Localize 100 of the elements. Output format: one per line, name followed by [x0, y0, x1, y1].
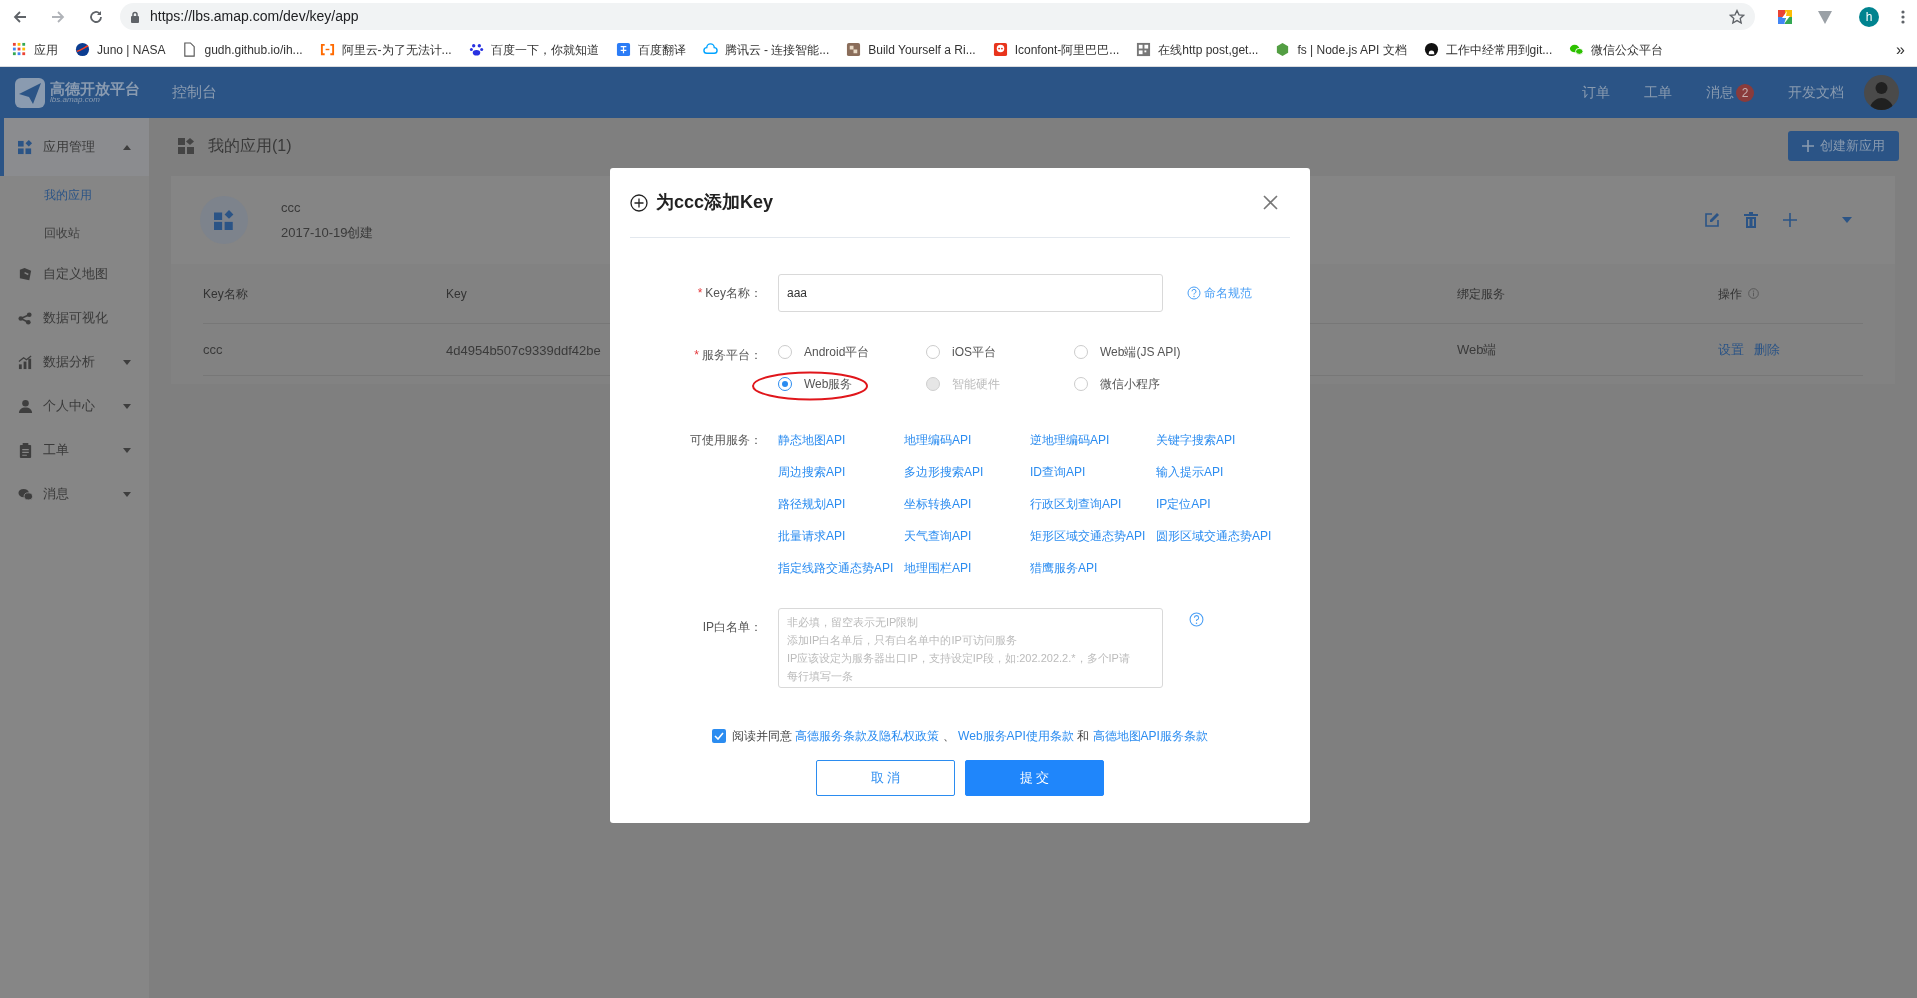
- help-icon[interactable]: [1189, 612, 1204, 627]
- bookmark-link[interactable]: Iconfont-阿里巴巴...: [1014, 40, 1120, 59]
- service-link[interactable]: 天气查询API: [904, 527, 972, 545]
- submit-button[interactable]: 提 交: [965, 760, 1104, 796]
- page-icon: [182, 42, 198, 57]
- service-link[interactable]: ID查询API: [1030, 463, 1086, 481]
- service-link[interactable]: 静态地图API: [778, 431, 846, 449]
- service-link[interactable]: 多边形搜索API: [904, 463, 984, 481]
- profile-avatar[interactable]: h: [1859, 6, 1879, 27]
- sidebar-item[interactable]: 应用管理: [0, 118, 149, 176]
- info-icon: [1748, 288, 1759, 299]
- naming-rules-link[interactable]: 命名规范: [1204, 284, 1252, 302]
- sidebar-label: 数据分析: [43, 353, 95, 372]
- sidebar-label: 自定义地图: [43, 265, 108, 284]
- placeholder-text: IP应该设定为服务器出口IP，支持设定IP段，如:202.202.2.*，多个IP请: [787, 651, 1131, 666]
- agreement-checkbox[interactable]: [712, 729, 727, 743]
- sidebar-subitem[interactable]: 回收站: [0, 214, 149, 252]
- sidebar-item[interactable]: 自定义地图: [0, 253, 149, 295]
- close-icon[interactable]: [1263, 195, 1278, 210]
- service-link[interactable]: 地理编码API: [904, 431, 972, 449]
- service-link[interactable]: 矩形区域交通态势API: [1030, 527, 1146, 545]
- service-link[interactable]: 周边搜索API: [778, 463, 846, 481]
- key-name-field[interactable]: aaa: [778, 274, 1163, 312]
- service-link[interactable]: 行政区划查询API: [1030, 495, 1122, 513]
- forward-icon[interactable]: [50, 8, 66, 25]
- address-bar[interactable]: https://lbs.amap.com/dev/key/app: [120, 3, 1755, 30]
- bookmark-link[interactable]: 百度翻译: [637, 40, 686, 59]
- action-link[interactable]: 设置: [1718, 339, 1744, 360]
- required-mark: *: [697, 285, 703, 302]
- logo-subtitle: lbs.amap.com: [50, 96, 100, 104]
- avatar-icon[interactable]: [1864, 75, 1899, 110]
- action-link[interactable]: 删除: [1754, 339, 1780, 360]
- console-title[interactable]: 控制台: [172, 81, 217, 104]
- radio-label: iOS平台: [952, 344, 996, 361]
- service-link[interactable]: 批量请求API: [778, 527, 846, 545]
- service-link[interactable]: 输入提示API: [1156, 463, 1224, 481]
- logo-title: 高德开放平台: [50, 81, 140, 96]
- lock-icon: [130, 10, 140, 23]
- sidebar-subitem[interactable]: 我的应用: [0, 176, 149, 214]
- bookmark-link[interactable]: 百度一下，你就知道: [490, 40, 599, 59]
- service-link[interactable]: 圆形区域交通态势API: [1156, 527, 1272, 545]
- bookmark-link[interactable]: 在线http post,get...: [1158, 40, 1259, 59]
- app-date: 2017-10-19创建: [281, 224, 374, 242]
- star-icon[interactable]: [1729, 8, 1745, 25]
- reload-icon[interactable]: [88, 8, 104, 25]
- caret-down-icon[interactable]: [1842, 217, 1852, 223]
- service-link[interactable]: 路径规划API: [778, 495, 846, 513]
- nav-link[interactable]: 工单: [1644, 82, 1672, 103]
- plus-icon[interactable]: [1782, 212, 1798, 228]
- nav-link[interactable]: 开发文档: [1788, 82, 1844, 103]
- app-icon: [200, 196, 248, 244]
- bookmark-link[interactable]: gudh.github.io/ih...: [204, 40, 303, 59]
- bookmark-link[interactable]: 阿里云-为了无法计...: [341, 40, 452, 59]
- nav-link[interactable]: 消息: [1706, 82, 1734, 103]
- column-header: Key名称: [203, 285, 248, 303]
- bookmark-link[interactable]: 工作中经常用到git...: [1445, 40, 1553, 59]
- service-link[interactable]: 坐标转换API: [904, 495, 972, 513]
- bookmark-link[interactable]: Build Yourself a Ri...: [868, 40, 976, 59]
- sidebar-label: 应用管理: [43, 138, 95, 157]
- ip-whitelist-label: IP白名单：: [702, 619, 762, 636]
- chat-icon: [18, 486, 33, 502]
- sidebar-item[interactable]: 工单: [0, 429, 149, 471]
- service-link[interactable]: 逆地理编码API: [1030, 431, 1110, 449]
- terms-link[interactable]: 高德服务条款及隐私权政策: [795, 729, 940, 743]
- create-app-button[interactable]: 创建新应用: [1788, 131, 1899, 161]
- service-link[interactable]: 地理围栏API: [904, 559, 972, 577]
- service-link[interactable]: IP定位API: [1156, 495, 1211, 513]
- menu-icon[interactable]: [1901, 8, 1905, 25]
- edit-icon[interactable]: [1704, 212, 1720, 228]
- bookmark-link[interactable]: Juno | NASA: [97, 40, 166, 59]
- sidebar-item[interactable]: 数据分析: [0, 341, 149, 383]
- more-bookmarks-button[interactable]: »: [1896, 37, 1905, 62]
- service-link[interactable]: 指定线路交通态势API: [778, 559, 894, 577]
- logo-icon: [14, 76, 46, 109]
- cancel-button[interactable]: 取 消: [816, 760, 955, 796]
- key-name-label: Key名称：: [705, 285, 762, 302]
- back-icon[interactable]: [12, 8, 28, 25]
- qr-code-icon: [1136, 42, 1152, 57]
- column-header: 操作: [1718, 285, 1742, 303]
- bookmark-link[interactable]: 腾讯云 - 连接智能...: [724, 40, 830, 59]
- extension-icon[interactable]: [1817, 8, 1833, 25]
- radio-label: Web端(JS API): [1100, 344, 1181, 361]
- terms-link[interactable]: Web服务API使用条款: [958, 729, 1074, 743]
- bookmark-link[interactable]: fs | Node.js API 文档: [1297, 40, 1407, 59]
- service-link[interactable]: 关键字搜索API: [1156, 431, 1236, 449]
- sidebar-item[interactable]: 数据可视化: [0, 297, 149, 339]
- sidebar-item[interactable]: 消息: [0, 473, 149, 515]
- service-link[interactable]: 猎鹰服务API: [1030, 559, 1098, 577]
- chart-icon: [18, 354, 33, 370]
- nav-link[interactable]: 订单: [1582, 82, 1610, 103]
- bookmark-link[interactable]: 微信公众平台: [1591, 40, 1664, 59]
- extension-icon[interactable]: [1777, 8, 1793, 25]
- table-cell-text: Web端: [1457, 340, 1498, 359]
- sidebar-item[interactable]: 个人中心: [0, 385, 149, 427]
- apps-icon: [178, 138, 194, 154]
- terms-link[interactable]: 高德地图API服务条款: [1092, 729, 1208, 743]
- required-mark: *: [694, 347, 699, 364]
- trash-icon[interactable]: [1744, 212, 1758, 228]
- bookmark-link[interactable]: 应用: [34, 40, 58, 59]
- column-header: Key: [446, 285, 467, 303]
